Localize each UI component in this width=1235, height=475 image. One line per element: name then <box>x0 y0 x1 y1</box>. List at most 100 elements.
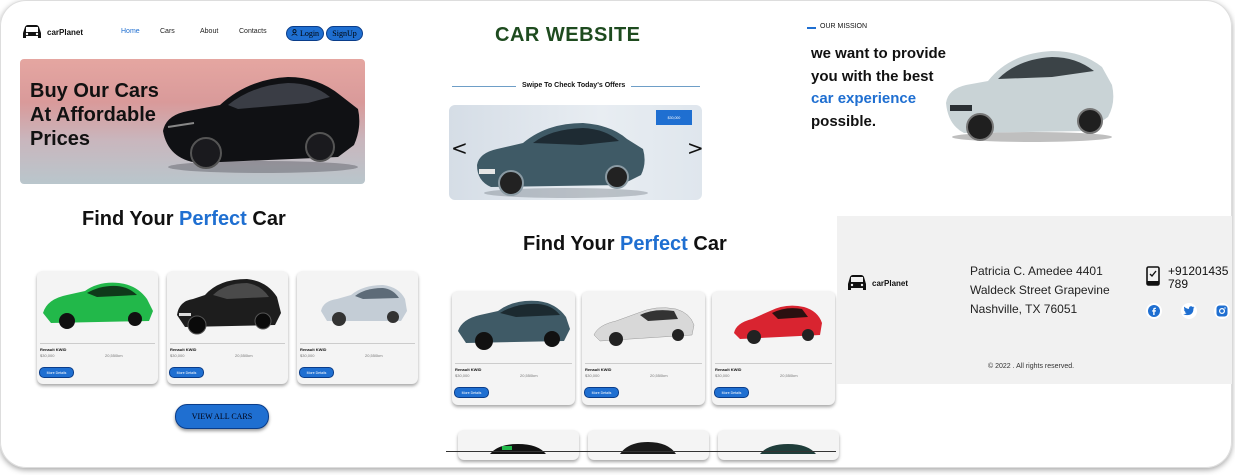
footer-phone[interactable]: +91201435 789 <box>1168 265 1228 291</box>
card-divider <box>455 363 572 364</box>
card-divider <box>170 343 285 344</box>
divider-line <box>452 86 516 87</box>
car-mileage: 20,550km <box>105 353 123 358</box>
card-divider <box>40 343 155 344</box>
card-divider <box>300 343 415 344</box>
hero-banner: Buy Our Cars At Affordable Prices <box>20 59 365 184</box>
view-all-cars-button[interactable]: VIEW ALL CARS <box>175 404 269 429</box>
hero-line-3: Prices <box>30 128 91 150</box>
login-button[interactable]: Login <box>286 26 324 41</box>
site-title: CAR WEBSITE <box>495 24 641 46</box>
instagram-icon[interactable] <box>1214 303 1230 319</box>
nav-cars[interactable]: Cars <box>160 28 175 35</box>
hero-car-image <box>163 77 360 173</box>
mission-line: we want to provide <box>811 45 947 62</box>
more-details-label: More Details <box>46 370 67 375</box>
carousel-car-image <box>477 123 648 198</box>
car-name: Renault KWID <box>715 367 742 372</box>
car-card[interactable]: Renault KWID $30,000 20,550km More Detai… <box>452 291 575 405</box>
user-icon <box>291 29 298 38</box>
mission-car-image <box>946 51 1114 142</box>
heading-text: Car <box>246 208 286 230</box>
find-car-heading-middle: Find Your Perfect Car <box>523 233 727 256</box>
more-details-label: More Details <box>461 390 482 395</box>
card-divider <box>585 363 702 364</box>
card-divider <box>715 363 832 364</box>
mission-line-accent: car experience <box>811 90 917 107</box>
mission-statement: we want to provide you with the best car… <box>811 43 946 133</box>
swipe-caption: Swipe To Check Today's Offers <box>522 82 626 89</box>
car-name: Renault KWID <box>455 367 482 372</box>
brand-name: carPlanet <box>47 27 84 37</box>
offers-carousel[interactable]: $30,000 <box>449 105 702 200</box>
more-details-button[interactable]: More Details <box>584 387 619 398</box>
section-divider <box>446 451 836 452</box>
nav-home[interactable]: Home <box>121 28 140 35</box>
more-details-button[interactable]: More Details <box>39 367 74 378</box>
address-line: Nashville, TX 76051 <box>970 302 1078 316</box>
car-card[interactable]: Renault KWID $30,000 20,550km More Detai… <box>37 271 158 384</box>
signup-button[interactable]: SignUp <box>326 26 363 41</box>
more-details-button[interactable]: More Details <box>714 387 749 398</box>
car-mileage: 20,550km <box>235 353 253 358</box>
car-card[interactable]: Renault KWID $30,000 20,550km More Detai… <box>582 291 705 405</box>
facebook-icon[interactable] <box>1146 303 1162 319</box>
twitter-icon[interactable] <box>1181 303 1197 319</box>
car-price: $30,000 <box>40 353 55 358</box>
heading-text: Find Your <box>82 208 180 230</box>
phone-icon <box>1146 266 1160 291</box>
hero-line-2: At Affordable <box>30 104 156 126</box>
heading-accent: Perfect <box>179 208 247 230</box>
more-details-label: More Details <box>306 370 327 375</box>
carousel-next-button[interactable]: > <box>687 136 704 160</box>
address-line: Waldeck Street Grapevine <box>970 283 1110 297</box>
offer-badge: $30,000 <box>656 110 692 125</box>
nav-about[interactable]: About <box>200 28 218 35</box>
car-card[interactable]: Renault KWID $30,000 20,550km More Detai… <box>167 271 288 384</box>
divider-line <box>631 86 700 87</box>
car-name: Renault KWID <box>585 367 612 372</box>
car-mileage: 20,550km <box>780 373 798 378</box>
car-card-partial[interactable] <box>458 430 579 460</box>
car-mileage: 20,550km <box>365 353 383 358</box>
more-details-button[interactable]: More Details <box>299 367 334 378</box>
car-card[interactable]: Renault KWID $30,000 20,550km More Detai… <box>297 271 418 384</box>
car-image <box>593 307 695 346</box>
hero-line-1: Buy Our Cars <box>30 80 159 102</box>
car-image <box>321 285 407 326</box>
car-name: Renault KWID <box>40 347 67 352</box>
car-logo-icon <box>846 274 868 292</box>
more-details-label: More Details <box>591 390 612 395</box>
car-card-partial[interactable] <box>588 430 709 460</box>
mission-label: OUR MISSION <box>820 23 868 30</box>
car-mileage: 20,550km <box>520 373 538 378</box>
hero-heading: Buy Our Cars At Affordable Prices <box>30 79 159 151</box>
phone-line: 789 <box>1168 277 1189 291</box>
brand-logo[interactable]: carPlanet <box>21 24 83 40</box>
mission-line: possible. <box>811 112 877 130</box>
footer-brand-name: carPlanet <box>872 278 909 288</box>
car-price: $30,000 <box>170 353 185 358</box>
car-price: $30,000 <box>455 373 470 378</box>
heading-text: Find Your <box>523 233 621 255</box>
car-price: $30,000 <box>715 373 730 378</box>
car-logo-icon <box>21 24 43 40</box>
footer-brand-logo[interactable]: carPlanet <box>846 274 908 292</box>
car-card-partial[interactable] <box>718 430 839 460</box>
car-price: $30,000 <box>585 373 600 378</box>
address-line: Patricia C. Amedee 4401 <box>970 264 1103 278</box>
car-image <box>458 300 570 350</box>
nav-contacts[interactable]: Contacts <box>239 28 267 35</box>
mission-dash <box>807 27 816 29</box>
carousel-prev-button[interactable]: < <box>451 136 468 160</box>
car-image <box>177 279 281 335</box>
login-label: Login <box>299 29 320 38</box>
car-name: Renault KWID <box>300 347 327 352</box>
app-frame: carPlanet Home Cars About Contacts Login… <box>0 0 1232 468</box>
car-card[interactable]: Renault KWID $30,000 20,550km More Detai… <box>712 291 835 405</box>
heading-text: Car <box>687 233 727 255</box>
more-details-button[interactable]: More Details <box>454 387 489 398</box>
more-details-button[interactable]: More Details <box>169 367 204 378</box>
more-details-label: More Details <box>176 370 197 375</box>
car-image <box>734 305 822 344</box>
